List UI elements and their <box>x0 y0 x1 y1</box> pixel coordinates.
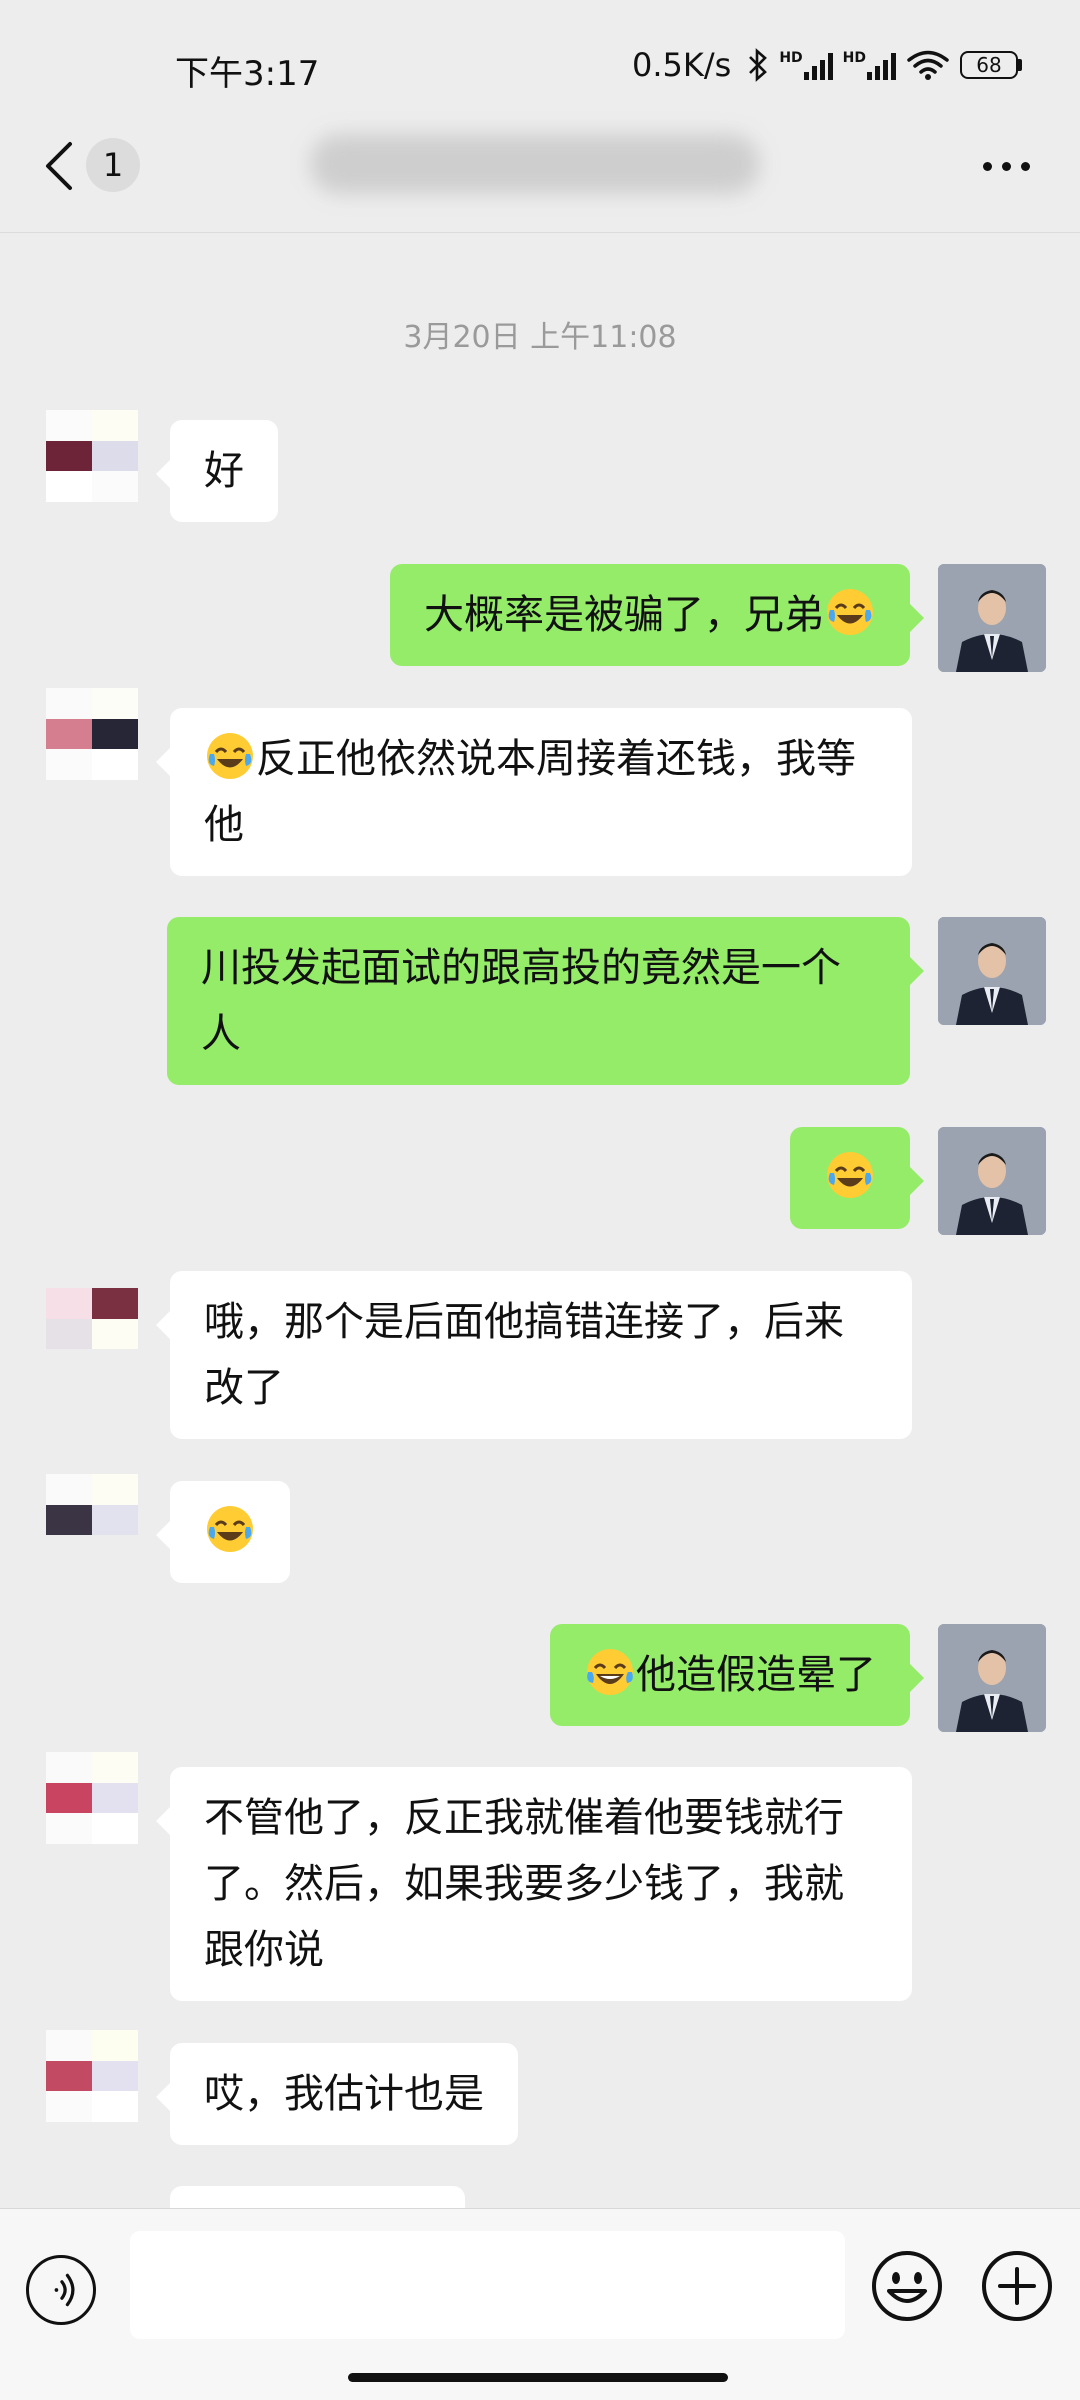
avatar-photo <box>938 1624 1046 1732</box>
avatar-photo <box>938 917 1046 1025</box>
message-bubble-incoming[interactable]: 好 <box>156 420 278 522</box>
network-speed: 0.5K/s <box>631 46 732 84</box>
laugh-cry-emoji-icon <box>207 1506 253 1552</box>
unread-count-badge[interactable]: 1 <box>86 138 140 192</box>
bluetooth-icon <box>749 48 768 82</box>
chat-screen: 下午3:17 0.5K/s HD HD 68 1 3月20日 上午11:08 好… <box>0 0 1080 2400</box>
my-avatar[interactable] <box>938 1624 1046 1732</box>
laugh-cry-emoji-icon <box>207 733 253 779</box>
message-text: 好 <box>204 448 244 494</box>
message-text: 反正他依然说本周接着还钱，我等他 <box>204 736 856 848</box>
contact-avatar[interactable] <box>46 410 138 502</box>
chat-header: 1 <box>0 100 1080 233</box>
my-avatar[interactable] <box>938 1127 1046 1235</box>
signal-icon-1: HD <box>779 50 833 80</box>
back-arrow-icon[interactable] <box>40 140 80 192</box>
joy-emoji-icon <box>587 1649 633 1695</box>
message-bubble-outgoing[interactable]: 大概率是被骗了，兄弟 <box>390 564 924 666</box>
message-bubble-incoming[interactable]: 哎，我估计也是 <box>156 2043 518 2145</box>
message-input[interactable] <box>130 2231 845 2339</box>
more-options-icon[interactable] <box>983 162 1030 171</box>
message-bubble-incoming[interactable] <box>156 1481 290 1583</box>
more-actions-plus-icon[interactable] <box>980 2249 1054 2323</box>
message-bubble-incoming[interactable]: 不管他了，反正我就催着他要钱就行了。然后，如果我要多少钱了，我就跟你说 <box>156 1767 912 2001</box>
message-bubble-outgoing[interactable]: 川投发起面试的跟高投的竟然是一个人 <box>167 917 924 1085</box>
contact-avatar[interactable] <box>46 1752 138 1844</box>
wifi-icon <box>907 50 949 80</box>
laugh-cry-emoji-icon <box>827 1152 873 1198</box>
contact-avatar[interactable] <box>46 2030 138 2122</box>
input-bar <box>0 2208 1080 2400</box>
status-icons: 0.5K/s HD HD 68 <box>632 46 1022 84</box>
emoji-picker-icon[interactable] <box>870 2249 944 2323</box>
contact-avatar[interactable] <box>46 688 138 780</box>
signal-icon-2: HD <box>843 50 896 80</box>
my-avatar[interactable] <box>938 564 1046 672</box>
avatar-photo <box>938 564 1046 672</box>
my-avatar[interactable] <box>938 917 1046 1025</box>
home-indicator[interactable] <box>348 2373 728 2382</box>
contact-avatar[interactable] <box>46 1474 138 1566</box>
message-text: 大概率是被骗了，兄弟 <box>424 592 824 638</box>
hd-label: HD <box>779 50 803 66</box>
message-text: 他造假造晕了 <box>636 1652 876 1698</box>
battery-level: 68 <box>960 51 1018 79</box>
message-bubble-incoming[interactable]: 反正他依然说本周接着还钱，我等他 <box>156 708 912 876</box>
message-bubble-outgoing[interactable] <box>790 1127 924 1229</box>
message-bubble-incoming[interactable]: 哦，那个是后面他搞错连接了，后来改了 <box>156 1271 912 1439</box>
message-bubble-outgoing[interactable]: 他造假造晕了 <box>550 1624 924 1726</box>
avatar-photo <box>938 1127 1046 1235</box>
status-time: 下午3:17 <box>175 54 320 94</box>
message-text: 哎，我估计也是 <box>204 2071 484 2117</box>
voice-input-icon[interactable] <box>26 2255 96 2325</box>
message-timestamp: 3月20日 上午11:08 <box>403 320 677 355</box>
message-text: 川投发起面试的跟高投的竟然是一个人 <box>201 945 841 1057</box>
chat-title-blurred <box>310 134 760 194</box>
battery-icon: 68 <box>960 51 1022 79</box>
contact-avatar[interactable] <box>46 1288 138 1380</box>
message-text: 不管他了，反正我就催着他要钱就行了。然后，如果我要多少钱了，我就跟你说 <box>204 1795 844 1973</box>
message-text: 哦，那个是后面他搞错连接了，后来改了 <box>204 1299 844 1411</box>
hd-label: HD <box>842 50 866 66</box>
laugh-cry-emoji-icon <box>827 589 873 635</box>
